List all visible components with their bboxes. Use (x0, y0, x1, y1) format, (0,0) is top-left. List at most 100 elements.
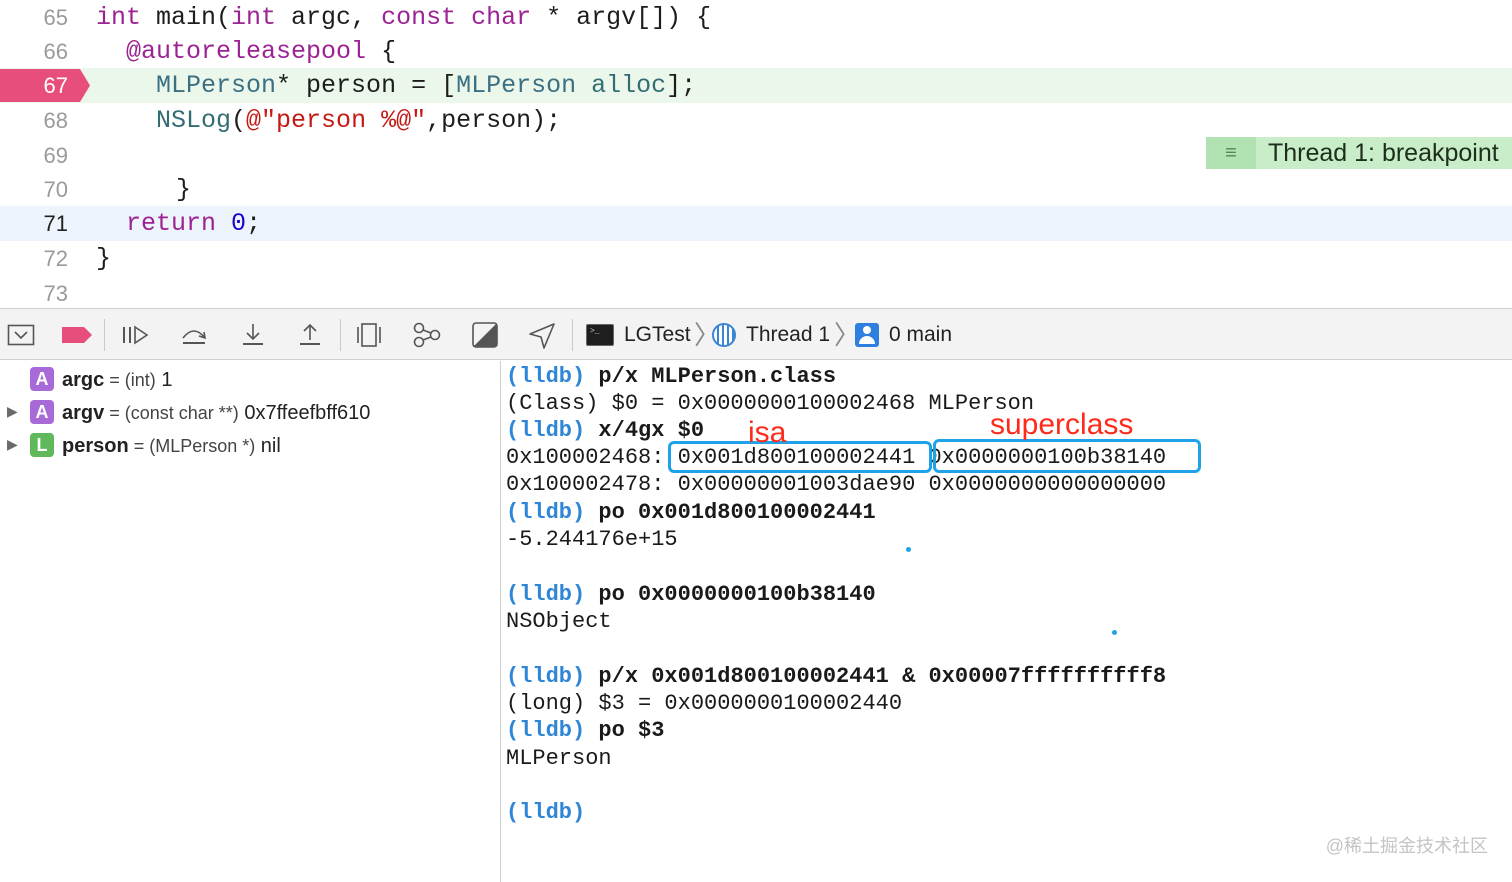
code-token: main( (141, 3, 232, 32)
code-line-70[interactable]: 70 } (0, 172, 1512, 207)
environment-overrides-icon[interactable] (468, 319, 502, 351)
breakpoints-toggle-icon[interactable] (60, 319, 94, 351)
hide-debug-area-icon[interactable] (4, 319, 38, 351)
keyword: @autoreleasepool (126, 37, 367, 66)
console-input-line[interactable]: (lldb) (506, 799, 585, 826)
variable-row[interactable]: ▶ L person = (MLPerson *) nil (0, 430, 500, 462)
variable-name: person (62, 435, 129, 457)
console-command-line: (lldb) p/x MLPerson.class (506, 363, 836, 390)
code-token: { (366, 37, 397, 66)
code-text: } (176, 172, 191, 207)
variable-row[interactable]: ▶ A argv = (const char **) 0x7ffeefbff61… (0, 397, 500, 429)
variables-view[interactable]: A argc = (int) 1 ▶ A argv = (const char … (0, 361, 501, 882)
lldb-prompt: (lldb) (506, 364, 586, 389)
lldb-console[interactable]: (lldb) p/x MLPerson.class (Class) $0 = 0… (502, 361, 1512, 882)
breadcrumb-target-label: LGTest (624, 323, 691, 346)
function-name: NSLog (156, 106, 232, 135)
step-into-icon[interactable] (236, 319, 270, 351)
line-number[interactable]: 69 (0, 138, 68, 173)
terminal-app-icon: >_ (586, 324, 614, 346)
code-token: * argv[]) { (531, 3, 712, 32)
watermark: @稀土掘金技术社区 (1325, 836, 1488, 856)
method-name: alloc (591, 71, 667, 100)
code-line-71[interactable]: 71 return 0; (0, 206, 1512, 241)
variable-value: nil (255, 435, 281, 457)
code-token: * person = [ (276, 71, 457, 100)
code-line-67[interactable]: 67 MLPerson* person = [MLPerson alloc]; … (0, 68, 1512, 169)
console-command: x/4gx $0 (585, 418, 705, 443)
keyword: const (381, 3, 457, 32)
breadcrumb-thread[interactable]: Thread 1 (712, 309, 830, 361)
console-command: po 0x001d800100002441 (585, 500, 876, 525)
console-command-line: (lldb) po 0x0000000100b38140 (506, 581, 876, 608)
thread-icon (712, 323, 736, 347)
memory-address: 0x100002468: (506, 445, 678, 470)
breadcrumb-frame[interactable]: 0 main (855, 309, 952, 361)
variable-name: argv (62, 402, 105, 424)
code-line-66[interactable]: 66 @autoreleasepool { (0, 34, 1512, 69)
memory-graph-icon[interactable] (410, 319, 444, 351)
variable-type: (const char **) (124, 403, 239, 423)
step-over-icon[interactable] (177, 319, 211, 351)
lldb-prompt: (lldb) (506, 418, 586, 443)
variable-type: (int) (124, 370, 156, 390)
variable-text: person = (MLPerson *) nil (62, 433, 281, 459)
code-text: int main(int argc, const char * argv[]) … (96, 0, 711, 35)
console-output-line: 0x100002478: 0x00000001003dae90 0x000000… (506, 472, 1167, 497)
lldb-prompt: (lldb) (506, 800, 586, 825)
console-output-line: MLPerson (506, 746, 612, 771)
line-number[interactable]: 67 (0, 68, 68, 103)
isa-annotation: isa (748, 416, 787, 449)
code-text: return 0; (96, 206, 261, 241)
code-line-68[interactable]: 68 NSLog(@"person %@",person); (0, 103, 1512, 138)
console-command: p/x 0x001d800100002441 & 0x00007ffffffff… (585, 664, 1167, 689)
code-token: argc, (276, 3, 382, 32)
annotation-dot (1112, 630, 1117, 635)
variable-row[interactable]: A argc = (int) 1 (0, 364, 500, 396)
line-number[interactable]: 65 (0, 0, 68, 35)
code-line-69[interactable]: 69 (0, 138, 1512, 173)
disclosure-triangle-icon[interactable]: ▶ (7, 436, 18, 453)
step-out-icon[interactable] (293, 319, 327, 351)
code-line-65[interactable]: 65 int main(int argc, const char * argv[… (0, 0, 1512, 35)
variable-equals: = (104, 403, 125, 423)
code-line-72[interactable]: 72 } (0, 241, 1512, 276)
view-debugger-icon[interactable] (352, 319, 386, 351)
variable-text: argv = (const char **) 0x7ffeefbff610 (62, 400, 370, 426)
continue-icon[interactable] (118, 319, 152, 351)
class-name: MLPerson (456, 71, 577, 100)
code-text: } (96, 241, 111, 276)
console-output-line: (Class) $0 = 0x0000000100002468 MLPerson (506, 391, 1035, 416)
superclass-annotation: superclass (990, 408, 1134, 441)
lldb-prompt: (lldb) (506, 500, 586, 525)
disclosure-triangle-icon[interactable]: ▶ (7, 403, 18, 420)
line-number[interactable]: 71 (0, 206, 68, 241)
number-literal: 0 (231, 209, 247, 238)
line-number[interactable]: 73 (0, 276, 68, 311)
console-output-line: -5.244176e+15 (506, 527, 678, 552)
line-number[interactable]: 70 (0, 172, 68, 207)
user-frame-icon (855, 323, 879, 347)
source-editor[interactable]: 65 int main(int argc, const char * argv[… (0, 0, 1512, 308)
breadcrumb-thread-label: Thread 1 (746, 323, 831, 346)
line-number[interactable]: 72 (0, 241, 68, 276)
code-line-73[interactable]: 73 (0, 276, 1512, 311)
code-text: @autoreleasepool { (96, 34, 396, 69)
console-output-line: NSObject (506, 609, 612, 634)
line-number[interactable]: 68 (0, 103, 68, 138)
variable-value: 1 (155, 369, 173, 391)
code-token: } (176, 175, 192, 204)
variable-value: 0x7ffeefbff610 (238, 402, 371, 424)
isa-highlight-box (668, 441, 932, 473)
toolbar-divider (340, 319, 341, 351)
code-token: ,person); (426, 106, 562, 135)
argument-badge: A (30, 367, 54, 391)
simulate-location-icon[interactable] (525, 319, 559, 351)
breadcrumb-target[interactable]: >_ LGTest (586, 309, 691, 361)
line-number[interactable]: 66 (0, 34, 68, 69)
console-command: p/x MLPerson.class (585, 364, 837, 389)
variable-equals: = (104, 370, 125, 390)
variable-type: (MLPerson *) (149, 436, 256, 456)
